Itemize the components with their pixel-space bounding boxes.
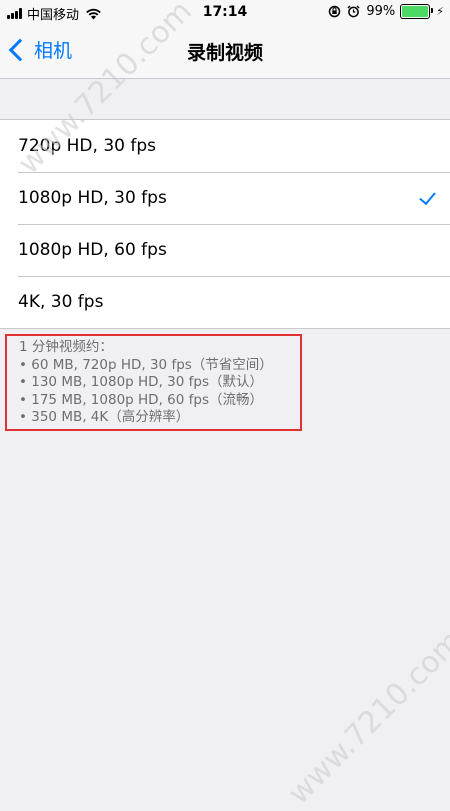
charging-bolt-icon: ⚡ (436, 5, 444, 18)
battery-percent: 99% (366, 4, 396, 19)
option-label: 1080p HD, 30 fps (18, 188, 167, 208)
option-label: 4K, 30 fps (18, 292, 104, 312)
status-right: 99% ⚡ (328, 4, 444, 19)
alarm-clock-icon (347, 5, 360, 18)
storage-size-note: 1 分钟视频约： • 60 MB, 720p HD, 30 fps（节省空间） … (5, 334, 302, 431)
option-4k-30fps[interactable]: 4K, 30 fps (0, 276, 450, 328)
battery-level-fill (402, 6, 428, 17)
note-line: • 350 MB, 4K（高分辨率） (19, 409, 190, 425)
option-label: 1080p HD, 60 fps (18, 240, 167, 260)
note-line: • 60 MB, 720p HD, 30 fps（节省空间） (19, 356, 273, 373)
status-bar: 中国移动 17:14 99% ⚡ (0, 0, 450, 26)
battery-icon (400, 4, 434, 19)
note-heading: 1 分钟视频约： (19, 339, 113, 355)
page-title: 录制视频 (186, 42, 263, 64)
watermark-bottom: www.7210.com (281, 623, 450, 811)
note-line: • 130 MB, 1080p HD, 30 fps（默认） (19, 374, 263, 390)
navigation-bar: 相机 录制视频 (0, 26, 450, 79)
option-1080p-60fps[interactable]: 1080p HD, 60 fps (0, 224, 450, 276)
video-format-list: 720p HD, 30 fps 1080p HD, 30 fps 1080p H… (0, 119, 450, 329)
checkmark-icon (419, 187, 436, 206)
option-1080p-30fps[interactable]: 1080p HD, 30 fps (0, 172, 450, 224)
note-line: • 175 MB, 1080p HD, 60 fps（流畅） (19, 391, 263, 408)
rotation-lock-icon (329, 5, 341, 18)
